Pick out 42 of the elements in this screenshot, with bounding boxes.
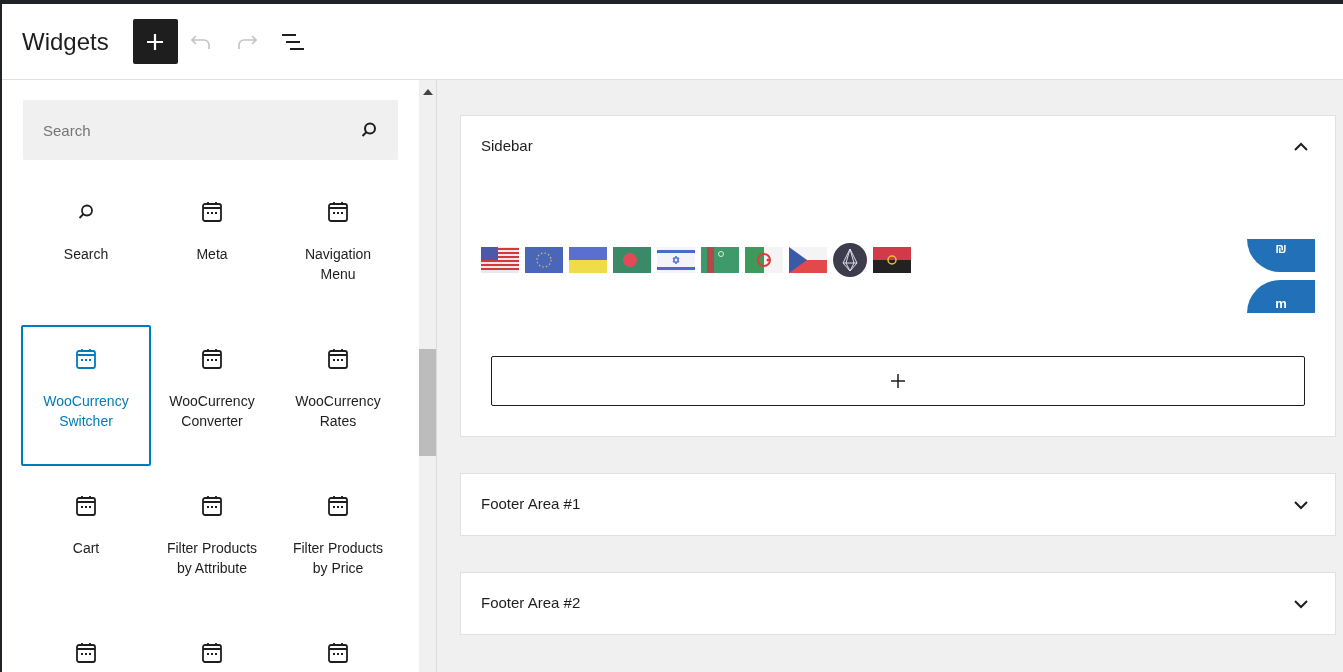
- calendar-icon: [75, 495, 97, 517]
- widget-area-toggle[interactable]: Footer Area #1: [461, 474, 1335, 535]
- calendar-icon: [201, 495, 223, 517]
- calendar-icon: [75, 642, 97, 664]
- block-item[interactable]: WooCurrency Switcher: [21, 325, 151, 466]
- redo-icon: [237, 34, 258, 49]
- calendar-icon: [201, 201, 223, 223]
- calendar-icon: [201, 348, 223, 370]
- flag-icon: [525, 247, 563, 273]
- page-title: Widgets: [22, 26, 109, 57]
- search-field[interactable]: Search: [23, 100, 398, 160]
- flag-icon: [613, 247, 651, 273]
- widget-area-toggle[interactable]: Sidebar: [461, 116, 1335, 177]
- flag-icon: [789, 247, 827, 273]
- search-icon: [360, 121, 378, 139]
- flag-icon: [873, 247, 911, 273]
- chevron-down-icon: [1293, 498, 1309, 511]
- chevron-up-icon: [1293, 140, 1309, 153]
- undo-icon: [191, 34, 212, 49]
- flag-icon: [481, 247, 519, 273]
- flag-icon: [657, 247, 695, 273]
- plus-icon: [890, 373, 906, 389]
- calendar-icon: [327, 348, 349, 370]
- widget-area-toggle[interactable]: Footer Area #2: [461, 573, 1335, 634]
- calendar-icon: [327, 495, 349, 517]
- calendar-icon: [327, 201, 349, 223]
- flag-icon: [745, 247, 783, 273]
- calendar-icon: [201, 642, 223, 664]
- currency-tab[interactable]: m: [1247, 280, 1315, 313]
- list-view-icon: [281, 32, 306, 51]
- add-block-button[interactable]: [491, 356, 1305, 406]
- add-block-button[interactable]: [132, 19, 178, 64]
- calendar-icon: [327, 642, 349, 664]
- chevron-down-icon: [1293, 597, 1309, 610]
- calendar-icon: [75, 348, 97, 370]
- scrollbar-thumb[interactable]: [419, 349, 436, 456]
- coin-logo-icon: [833, 243, 867, 277]
- scroll-up-arrow-icon[interactable]: [422, 89, 433, 95]
- currency-tab[interactable]: ₪: [1247, 239, 1315, 272]
- flag-icon: [701, 247, 739, 273]
- plus-icon: [146, 32, 165, 51]
- flag-icon: [569, 247, 607, 273]
